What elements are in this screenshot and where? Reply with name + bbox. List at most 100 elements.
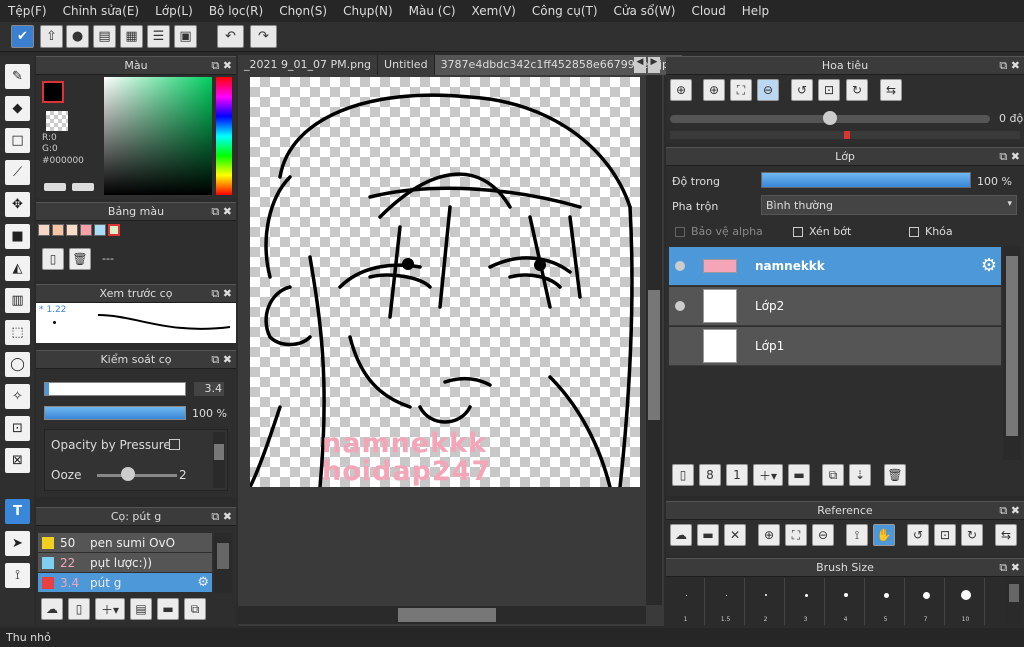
cloud-download-icon[interactable]: ☁ <box>41 598 63 620</box>
menu-window[interactable]: Cửa sổ(W) <box>606 4 684 18</box>
hue-slider[interactable] <box>216 77 232 195</box>
background-color[interactable] <box>46 111 68 131</box>
layer-row-selected[interactable]: namnekkk ⚙ <box>669 247 1001 286</box>
magic-wand-icon[interactable]: ✧ <box>5 384 30 409</box>
menu-color[interactable]: Màu (C) <box>401 4 464 18</box>
eyedropper-icon[interactable]: ⟟ <box>5 563 30 588</box>
brush-size-cell[interactable]: 10 <box>947 578 985 625</box>
menu-layer[interactable]: Lớp(L) <box>147 4 201 18</box>
panel-controls-icon[interactable]: ⧉ ✖ <box>211 353 232 367</box>
clip-checkbox[interactable] <box>793 227 803 237</box>
brush-item[interactable]: 22 pụt lược:)) <box>38 553 212 572</box>
ref-hand-icon[interactable]: ✋ <box>873 524 895 546</box>
ooze-slider[interactable] <box>97 474 177 477</box>
rect-select-icon[interactable]: ⬚ <box>5 320 30 345</box>
ref-eyedropper-icon[interactable]: ⟟ <box>846 524 868 546</box>
tab-doc-2[interactable]: Untitled <box>378 55 435 75</box>
fill-rect-tool-icon[interactable]: ■ <box>5 224 30 249</box>
menu-tools[interactable]: Công cụ(T) <box>524 4 606 18</box>
merge-layer-icon[interactable]: ⇣ <box>849 464 871 486</box>
select-eraser-icon[interactable]: ⊠ <box>5 448 30 473</box>
ref-rotate-left-icon[interactable]: ↺ <box>907 524 929 546</box>
select-pen-icon[interactable]: ⊡ <box>5 416 30 441</box>
brush-size-cell[interactable]: 7 <box>907 578 945 625</box>
palette-swatch[interactable] <box>80 224 92 236</box>
bucket-tool-icon[interactable]: ◭ <box>5 256 30 281</box>
add-layer-menu-icon[interactable]: ＋▾ <box>753 464 783 486</box>
panel-controls-icon[interactable]: ⧉ ✖ <box>211 510 232 524</box>
eraser-tool-icon[interactable]: ◆ <box>5 96 30 121</box>
visibility-icon[interactable] <box>675 261 685 271</box>
actual-size-icon[interactable]: ⛶ <box>730 79 752 101</box>
brush-size-cell[interactable]: 2 <box>747 578 785 625</box>
ooze-slider-thumb[interactable] <box>121 467 135 481</box>
rotation-slider-thumb[interactable] <box>823 111 837 125</box>
blend-mode-select[interactable]: Bình thường ▾ <box>761 195 1017 215</box>
canvas-vscrollbar[interactable] <box>646 75 662 605</box>
rotate-left-icon[interactable]: ↺ <box>791 79 813 101</box>
visibility-icon[interactable] <box>675 301 685 311</box>
settings-scrollbar[interactable] <box>213 432 225 488</box>
comment-icon[interactable]: ● <box>66 25 89 48</box>
brush-size-cell[interactable]: 1 <box>667 578 705 625</box>
color-swap-button[interactable] <box>72 183 94 191</box>
panel-controls-icon[interactable]: ⧉ ✖ <box>999 150 1020 164</box>
panel-controls-icon[interactable]: ⧉ ✖ <box>211 287 232 301</box>
undo-icon[interactable]: ↶ <box>217 25 244 48</box>
zoom-out-icon[interactable]: ⊖ <box>757 79 779 101</box>
palette-swatch[interactable] <box>94 224 106 236</box>
ref-flip-icon[interactable]: ⇆ <box>995 524 1017 546</box>
brush-item[interactable]: 50 pen sumi OvO <box>38 533 212 552</box>
brush-settings-icon[interactable]: ▤ <box>130 598 152 620</box>
ref-zoom-in-icon[interactable]: ⊕ <box>758 524 780 546</box>
brush-item-selected[interactable]: 3.4 pút g ⚙ <box>38 573 212 592</box>
menu-edit[interactable]: Chỉnh sửa(E) <box>55 4 148 18</box>
tab-doc-1[interactable]: _2021 9_01_07 PM.png <box>238 55 379 75</box>
document-icon[interactable]: ▦ <box>120 25 143 48</box>
ref-rotate-reset-icon[interactable]: ⊡ <box>934 524 956 546</box>
brush-tool-icon[interactable]: ✎ <box>5 64 30 89</box>
ref-rotate-right-icon[interactable]: ↻ <box>961 524 983 546</box>
canvas-hscrollbar[interactable] <box>238 606 646 624</box>
new-8bit-layer-icon[interactable]: 8 <box>699 464 721 486</box>
menu-help[interactable]: Help <box>734 4 777 18</box>
palette-swatch[interactable] <box>52 224 64 236</box>
brush-size-scrollbar[interactable] <box>1006 578 1022 625</box>
panel-controls-icon[interactable]: ⧉ ✖ <box>999 561 1020 575</box>
checklist-icon[interactable]: ▣ <box>174 25 197 48</box>
line-tool-icon[interactable]: ⟋ <box>5 160 30 185</box>
palette-swatch[interactable] <box>108 224 120 236</box>
brush-size-cell[interactable]: 1.5 <box>707 578 745 625</box>
zoom-in-icon[interactable]: ⊕ <box>703 79 725 101</box>
new-brush-icon[interactable]: ▯ <box>68 598 90 620</box>
rotate-reset-icon[interactable]: ⊡ <box>818 79 840 101</box>
new-1bit-layer-icon[interactable]: 1 <box>726 464 748 486</box>
menu-cloud[interactable]: Cloud <box>684 4 734 18</box>
new-layer-icon[interactable]: ▯ <box>672 464 694 486</box>
rotate-right-icon[interactable]: ↻ <box>846 79 868 101</box>
operation-tool-icon[interactable]: ➤ <box>5 531 30 556</box>
flip-icon[interactable]: ⇆ <box>880 79 902 101</box>
ref-zoom-out-icon[interactable]: ⊖ <box>812 524 834 546</box>
brush-size-value[interactable]: 3.4 <box>194 382 224 396</box>
lock-checkbox[interactable] <box>909 227 919 237</box>
panel-controls-icon[interactable]: ⧉ ✖ <box>999 504 1020 518</box>
brush-size-slider[interactable] <box>44 382 186 396</box>
layers-scrollbar[interactable] <box>1003 246 1021 460</box>
share-icon[interactable]: ⇧ <box>40 25 63 48</box>
delete-layer-icon[interactable]: 🗑 <box>884 464 906 486</box>
panel-controls-icon[interactable]: ⧉ ✖ <box>999 59 1020 73</box>
gear-icon[interactable]: ⚙ <box>981 255 997 276</box>
layer-folder-icon[interactable]: ▬ <box>788 464 810 486</box>
panel-controls-icon[interactable]: ⧉ ✖ <box>211 205 232 219</box>
pressure-checkbox[interactable] <box>169 439 180 450</box>
duplicate-icon[interactable]: ⧉ <box>184 598 206 620</box>
layer-opacity-slider[interactable] <box>761 172 971 188</box>
palette-swatch[interactable] <box>38 224 50 236</box>
ref-actual-size-icon[interactable]: ⛶ <box>785 524 807 546</box>
menu-filter[interactable]: Bộ lọc(R) <box>201 4 271 18</box>
duplicate-layer-icon[interactable]: ⧉ <box>822 464 844 486</box>
color-mode-button[interactable] <box>44 183 66 191</box>
protect-alpha-checkbox[interactable] <box>675 227 685 237</box>
trash-icon[interactable]: 🗑 <box>69 248 91 270</box>
